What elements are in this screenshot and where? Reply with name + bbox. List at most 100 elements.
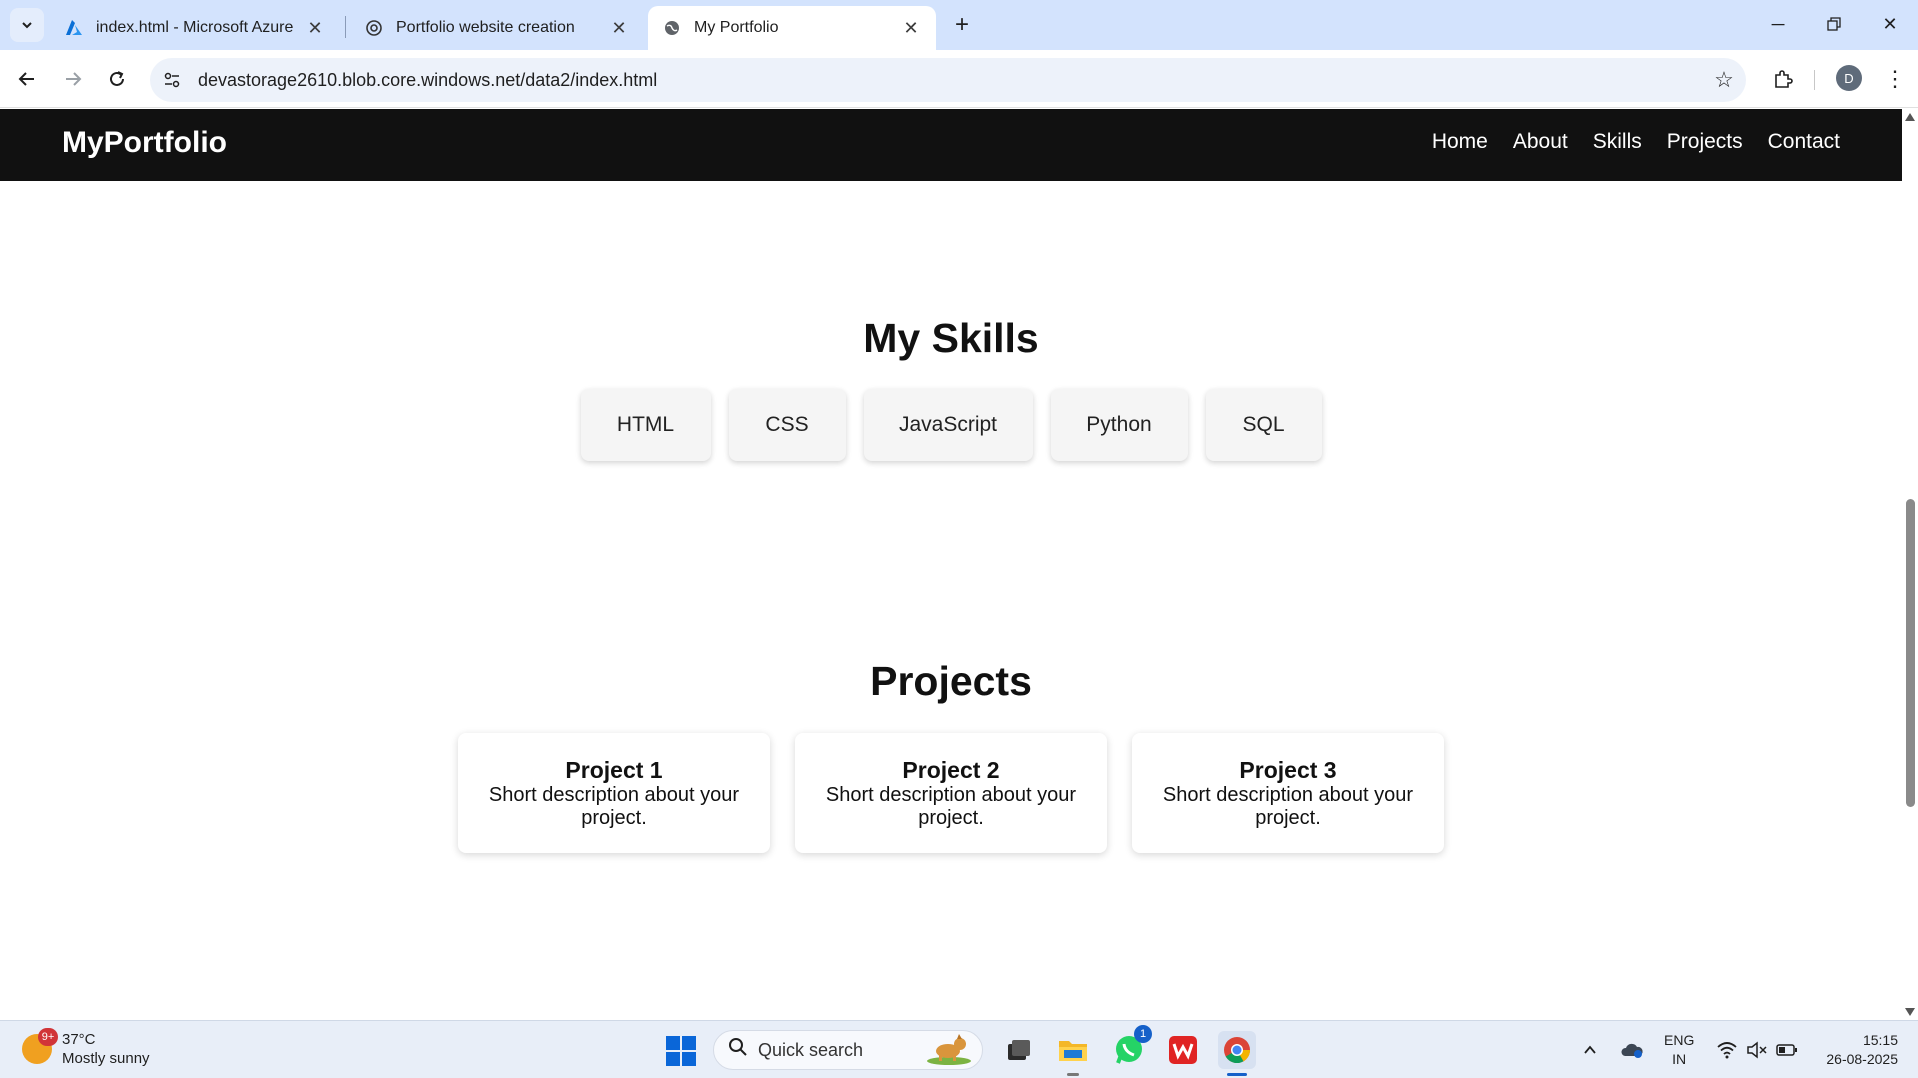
projects-title: Projects [870, 658, 1032, 704]
toolbar-divider [1814, 70, 1815, 90]
chevron-down-icon [22, 22, 32, 29]
minimize-button[interactable]: ─ [1750, 0, 1806, 48]
weather-badge: 9+ [38, 1028, 58, 1046]
active-indicator [1227, 1073, 1247, 1076]
forward-arrow-icon [66, 72, 82, 86]
taskbar-search[interactable]: Quick search [713, 1030, 983, 1070]
project-title: Project 3 [1239, 757, 1337, 783]
tab-azure[interactable]: index.html - Microsoft Azure ✕ [50, 6, 340, 50]
project-card: Project 1 Short description about your p… [458, 733, 770, 853]
show-hidden-icons-button[interactable] [1582, 1021, 1598, 1078]
scroll-up-arrow-icon[interactable] [1905, 113, 1915, 121]
nav-link-skills[interactable]: Skills [1593, 130, 1642, 154]
reload-icon [110, 71, 124, 86]
clock-date: 26-08-2025 [1826, 1051, 1898, 1067]
skill-card-javascript: JavaScript [863, 389, 1033, 461]
whatsapp-badge: 1 [1134, 1025, 1152, 1043]
task-view-icon [1008, 1040, 1030, 1060]
profile-avatar[interactable]: D [1836, 65, 1862, 91]
skill-card-css: CSS [728, 389, 846, 461]
nav-link-projects[interactable]: Projects [1667, 130, 1743, 154]
tab-label: My Portfolio [694, 19, 779, 36]
project-description: Short description about your project. [1162, 784, 1414, 829]
toolbar: devastorage2610.blob.core.windows.net/da… [0, 50, 1918, 108]
clock-time: 15:15 [1862, 1032, 1898, 1048]
site-info-icon[interactable] [150, 58, 194, 102]
tab-label: index.html - Microsoft Azure [96, 19, 294, 36]
running-indicator [1067, 1073, 1079, 1076]
language-code: ENG [1664, 1032, 1695, 1048]
nav-link-about[interactable]: About [1513, 130, 1568, 154]
taskbar: 9+ 37°C Mostly sunny Quick search 1 ENG … [0, 1020, 1918, 1078]
input-language-button[interactable]: ENG IN [1664, 1031, 1694, 1069]
scroll-thumb[interactable] [1906, 499, 1915, 807]
project-card: Project 3 Short description about your p… [1132, 733, 1444, 853]
project-title: Project 2 [902, 757, 1000, 783]
skill-card-python: Python [1050, 389, 1188, 461]
forward-button[interactable] [56, 62, 90, 96]
wps-office-button[interactable] [1164, 1031, 1202, 1069]
battery-icon [1776, 1044, 1797, 1056]
globe-icon [662, 18, 682, 38]
weather-description: Mostly sunny [62, 1050, 150, 1067]
restore-icon [1827, 17, 1841, 31]
clock[interactable]: 15:15 26-08-2025 [1812, 1031, 1898, 1069]
wps-icon [1169, 1036, 1197, 1064]
tab-strip: index.html - Microsoft Azure ✕ Portfolio… [0, 0, 1918, 50]
start-button[interactable] [666, 1036, 696, 1066]
close-tab-icon[interactable]: ✕ [900, 17, 922, 39]
weather-widget[interactable]: 9+ 37°C Mostly sunny [22, 1028, 150, 1068]
weather-temperature: 37°C [62, 1031, 96, 1048]
project-description: Short description about your project. [488, 784, 740, 829]
url-text[interactable]: devastorage2610.blob.core.windows.net/da… [198, 70, 1702, 91]
skill-card-html: HTML [580, 389, 711, 461]
openai-icon [364, 18, 384, 38]
volume-muted-icon [1747, 1041, 1767, 1059]
back-button[interactable] [10, 62, 44, 96]
quick-settings-button[interactable] [1716, 1021, 1798, 1078]
project-title: Project 1 [565, 757, 663, 783]
skills-title: My Skills [863, 315, 1039, 361]
chrome-button[interactable] [1218, 1031, 1256, 1076]
restore-button[interactable] [1806, 0, 1862, 48]
windows-logo-icon [666, 1036, 680, 1050]
nav-link-contact[interactable]: Contact [1768, 130, 1840, 154]
whatsapp-button[interactable]: 1 [1110, 1025, 1152, 1069]
page-viewport: MyPortfolio Home About Skills Projects C… [0, 109, 1902, 1020]
project-card: Project 2 Short description about your p… [795, 733, 1107, 853]
azure-icon [64, 18, 84, 38]
project-description: Short description about your project. [825, 784, 1077, 829]
tab-my-portfolio[interactable]: My Portfolio ✕ [648, 6, 936, 50]
cloud-icon [1621, 1043, 1643, 1058]
search-icon [728, 1037, 748, 1063]
close-tab-icon[interactable]: ✕ [304, 17, 326, 39]
tab-search-button[interactable] [10, 8, 44, 42]
region-code: IN [1672, 1051, 1687, 1067]
reload-button[interactable] [100, 62, 134, 96]
tab-portfolio-creation[interactable]: Portfolio website creation ✕ [350, 6, 644, 50]
skills-list: HTML CSS JavaScript Python SQL [0, 389, 1902, 461]
tab-divider [345, 16, 346, 38]
onedrive-button[interactable] [1620, 1021, 1644, 1078]
new-tab-button[interactable]: + [947, 10, 977, 40]
vertical-scrollbar[interactable] [1902, 109, 1918, 1020]
menu-icon[interactable]: ⋮ [1880, 62, 1910, 96]
sun-icon: 9+ [22, 1028, 58, 1064]
task-view-button[interactable] [1000, 1031, 1038, 1069]
bookmark-star-icon[interactable]: ☆ [1702, 58, 1746, 102]
file-explorer-button[interactable] [1054, 1031, 1092, 1076]
extensions-icon[interactable] [1766, 62, 1800, 96]
close-window-button[interactable]: ✕ [1862, 0, 1918, 48]
site-logo[interactable]: MyPortfolio [62, 126, 227, 160]
tab-label: Portfolio website creation [396, 19, 575, 36]
wifi-icon [1717, 1042, 1737, 1059]
skill-card-sql: SQL [1205, 389, 1322, 461]
projects-list: Project 1 Short description about your p… [0, 733, 1902, 853]
scroll-down-arrow-icon[interactable] [1905, 1008, 1915, 1016]
address-bar[interactable]: devastorage2610.blob.core.windows.net/da… [150, 58, 1746, 102]
site-header: MyPortfolio Home About Skills Projects C… [0, 109, 1902, 181]
close-tab-icon[interactable]: ✕ [608, 17, 630, 39]
chevron-up-icon [1584, 1045, 1596, 1054]
nav-link-home[interactable]: Home [1432, 130, 1488, 154]
search-placeholder: Quick search [758, 1039, 864, 1060]
